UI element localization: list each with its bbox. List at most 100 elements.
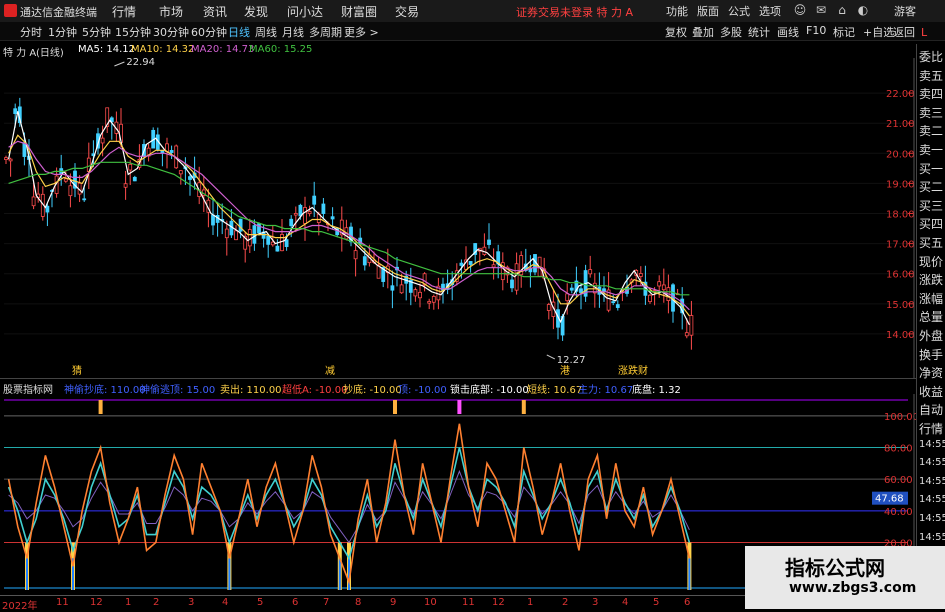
sidebar-item[interactable]: 自动 bbox=[919, 401, 943, 418]
date-axis-label: 6 bbox=[292, 597, 299, 608]
sidebar-item[interactable]: 买一 bbox=[919, 160, 943, 177]
tool-tongji[interactable]: 统计 bbox=[748, 24, 770, 40]
sidebar-item[interactable]: 卖三 bbox=[919, 104, 943, 121]
ma5-legend: MA5: 14.12 bbox=[78, 44, 136, 55]
menu-shichang[interactable]: 市场 bbox=[159, 3, 183, 20]
sidebar-item[interactable]: 14:55 bbox=[919, 532, 945, 543]
menu-gongshi[interactable]: 公式 bbox=[728, 3, 750, 19]
candle-body bbox=[22, 142, 27, 157]
candle-body bbox=[413, 289, 418, 297]
skin-icon[interactable]: ◐ bbox=[856, 3, 870, 17]
candle-body bbox=[293, 213, 298, 216]
menu-jiaoyi[interactable]: 交易 bbox=[395, 3, 419, 20]
tool-zixuan[interactable]: +自选 bbox=[863, 24, 894, 40]
watermark-banner: 指标公式网 www.zbgs3.com bbox=[745, 546, 945, 609]
sidebar-item[interactable]: 14:55 bbox=[919, 513, 945, 524]
sidebar-item[interactable]: 14:55 bbox=[919, 439, 945, 450]
sidebar-item[interactable]: 净资 bbox=[919, 364, 943, 381]
candle-body bbox=[298, 204, 303, 217]
app-name: 通达信金融终端 bbox=[20, 6, 97, 19]
tool-duogu[interactable]: 多股 bbox=[720, 24, 742, 40]
period-1min[interactable]: 1分钟 bbox=[48, 24, 77, 40]
candle-body bbox=[13, 108, 18, 114]
sidebar-item[interactable]: 收益 bbox=[919, 383, 943, 400]
sidebar-item[interactable]: 买四 bbox=[919, 215, 943, 232]
sidebar-item[interactable]: 卖四 bbox=[919, 85, 943, 102]
home-icon[interactable]: ⌂ bbox=[835, 3, 849, 17]
period-30min[interactable]: 30分钟 bbox=[153, 24, 189, 40]
tool-biaoji[interactable]: 标记 bbox=[833, 24, 855, 40]
sidebar-item[interactable]: 买五 bbox=[919, 234, 943, 251]
ma60-legend: MA60: 15.25 bbox=[249, 44, 313, 55]
tool-diejia[interactable]: 叠加 bbox=[692, 24, 714, 40]
date-axis-label: 2022年 bbox=[2, 601, 38, 612]
candle-body bbox=[684, 332, 689, 337]
tool-huaxian[interactable]: 画线 bbox=[777, 24, 799, 40]
price-axis-label: 14.00 bbox=[886, 330, 915, 341]
sidebar-item[interactable]: 14:55 bbox=[919, 457, 945, 468]
sidebar-item[interactable]: 总量 bbox=[919, 308, 943, 325]
menu-zixun[interactable]: 资讯 bbox=[203, 3, 227, 20]
sidebar-item[interactable]: 买二 bbox=[919, 178, 943, 195]
period-weekly[interactable]: 周线 bbox=[255, 24, 277, 40]
date-axis-label: 11 bbox=[462, 597, 475, 608]
date-axis-label: 1 bbox=[125, 597, 132, 608]
bottom-signal-bar-inner bbox=[338, 558, 341, 590]
period-5min[interactable]: 5分钟 bbox=[82, 24, 111, 40]
sidebar-item[interactable]: 行情 bbox=[919, 420, 943, 437]
sidebar-item[interactable]: 现价 bbox=[919, 253, 943, 270]
tool-fuquan[interactable]: 复权 bbox=[665, 24, 687, 40]
sidebar-item[interactable]: 卖二 bbox=[919, 122, 943, 139]
date-axis-label: 12 bbox=[90, 597, 103, 608]
menu-gongneng[interactable]: 功能 bbox=[666, 3, 688, 19]
menu-hangqing[interactable]: 行情 bbox=[112, 3, 136, 20]
period-fenshi[interactable]: 分时 bbox=[20, 24, 42, 40]
period-60min[interactable]: 60分钟 bbox=[191, 24, 227, 40]
tool-fanhui[interactable]: 返回 bbox=[893, 24, 915, 40]
sidebar-item[interactable]: 买三 bbox=[919, 197, 943, 214]
sidebar-item[interactable]: 卖一 bbox=[919, 141, 943, 158]
sidebar-item[interactable]: 卖五 bbox=[919, 67, 943, 84]
candle-body bbox=[31, 196, 36, 207]
price-axis-label: 16.00 bbox=[886, 270, 915, 281]
sidebar-item[interactable]: 14:55 bbox=[919, 476, 945, 487]
guest-login[interactable]: 游客 bbox=[894, 3, 916, 19]
menu-faxian[interactable]: 发现 bbox=[244, 3, 268, 20]
sidebar-item[interactable]: 换手 bbox=[919, 346, 943, 363]
sidebar-item[interactable]: 委比 bbox=[919, 48, 943, 65]
menu-caifuquan[interactable]: 财富圈 bbox=[341, 3, 377, 20]
menu-banmian[interactable]: 版面 bbox=[697, 3, 719, 19]
bottom-signal-bar-inner bbox=[228, 558, 231, 590]
candle-body bbox=[602, 288, 606, 292]
period-15min[interactable]: 15分钟 bbox=[115, 24, 151, 40]
period-multi[interactable]: 多周期 bbox=[309, 24, 342, 40]
sidebar-item[interactable]: 外盘 bbox=[919, 327, 943, 344]
period-more[interactable]: 更多 > bbox=[344, 24, 379, 40]
price-chart[interactable]: 22.00 21.00 20.00 19.00 18.00 17.00 16.00 15.00… bbox=[0, 58, 916, 378]
mail-icon[interactable]: ✉ bbox=[814, 3, 828, 17]
period-daily[interactable]: 日线 bbox=[228, 24, 250, 40]
candle-body bbox=[657, 281, 662, 287]
candle-body bbox=[280, 234, 284, 252]
top-signal-mark bbox=[98, 400, 103, 414]
sidebar-item[interactable]: 涨幅 bbox=[919, 290, 943, 307]
stock-name: 特 力 A bbox=[3, 48, 37, 59]
price-axis-label: 19.00 bbox=[886, 179, 915, 190]
tool-f10[interactable]: F10 bbox=[806, 24, 826, 37]
menu-wenxiaoda[interactable]: 问小达 bbox=[287, 3, 323, 20]
sidebar-item[interactable]: 14:55 bbox=[919, 494, 945, 505]
candle-body bbox=[514, 263, 519, 291]
candle-body bbox=[569, 287, 574, 291]
candle-body bbox=[224, 228, 229, 239]
candle-body bbox=[128, 163, 133, 171]
bottom-signal-bar-inner bbox=[26, 558, 28, 590]
sidebar-item[interactable]: 涨跌 bbox=[919, 271, 943, 288]
login-warning[interactable]: 证券交易未登录 特 力 A bbox=[516, 4, 633, 20]
date-axis-label: 5 bbox=[257, 597, 264, 608]
period-monthly[interactable]: 月线 bbox=[282, 24, 304, 40]
signal-label: 猜 bbox=[72, 364, 82, 377]
date-axis-label: 11 bbox=[56, 597, 69, 608]
candle-body bbox=[238, 218, 243, 232]
user-icon[interactable]: ☺ bbox=[793, 3, 807, 17]
menu-xuanxiang[interactable]: 选项 bbox=[759, 3, 781, 19]
